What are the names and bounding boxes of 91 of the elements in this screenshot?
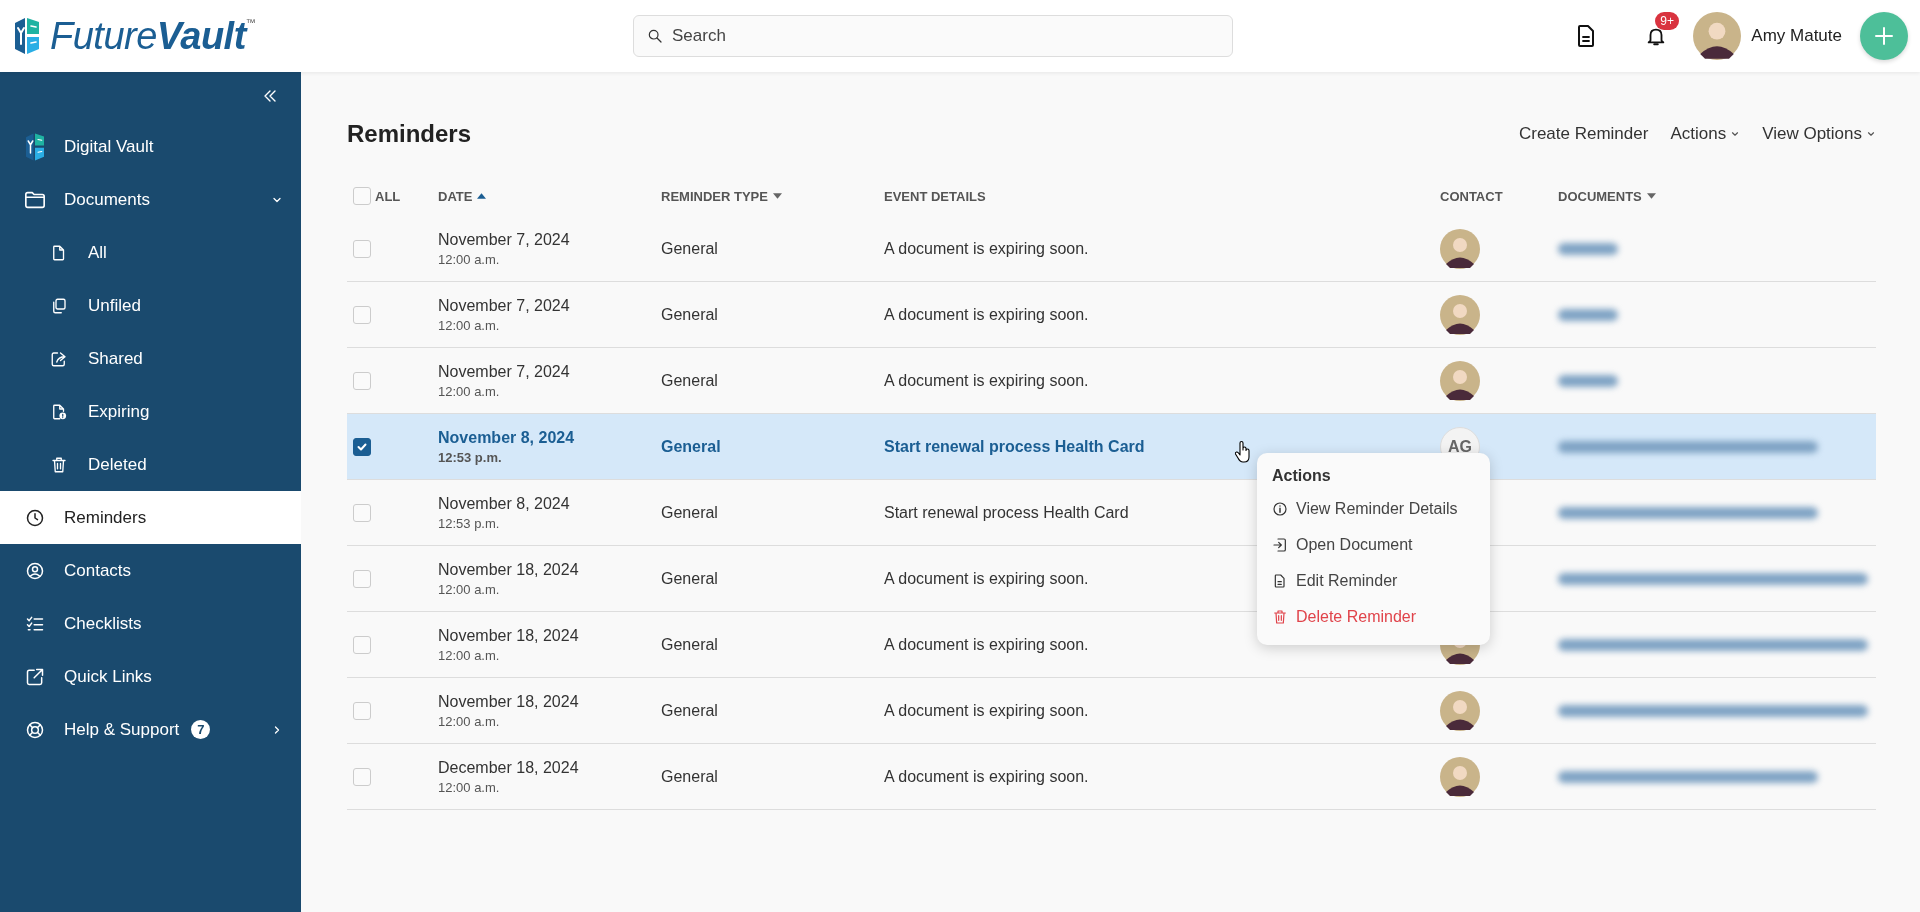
hand-cursor-icon: [1234, 440, 1252, 464]
reminder-type: General: [661, 767, 718, 786]
reminder-type: General: [661, 701, 718, 720]
menu-item[interactable]: Edit Reminder: [1257, 563, 1490, 599]
reminder-type: General: [661, 569, 718, 588]
date-text: November 7, 2024: [438, 296, 570, 315]
date-text: November 8, 2024: [438, 494, 570, 513]
sidebar-item[interactable]: Quick Links: [0, 650, 301, 703]
time-text: 12:53 p.m.: [438, 515, 500, 531]
notification-badge: 9+: [1655, 12, 1679, 30]
brand-name: FutureVault$^{™}$: [50, 14, 256, 58]
double-chevron-left-icon[interactable]: [263, 89, 277, 103]
event-details: A document is expiring soon.: [884, 701, 1089, 720]
file-icon: [1272, 573, 1288, 589]
info-icon: [1272, 501, 1288, 517]
reminder-type: General: [661, 503, 718, 522]
date-text: November 18, 2024: [438, 692, 579, 711]
date-text: November 18, 2024: [438, 626, 579, 645]
futurevault-logo-icon[interactable]: [12, 16, 42, 56]
blurred-text: [1558, 374, 1618, 387]
avatar[interactable]: [1693, 12, 1742, 60]
time-text: 12:00 a.m.: [438, 647, 500, 663]
sidebar-item[interactable]: Contacts: [0, 544, 301, 597]
menu-item[interactable]: Delete Reminder: [1257, 599, 1490, 635]
reminder-type: General: [661, 635, 718, 654]
avatar: [1440, 228, 1480, 269]
toolbar-button[interactable]: View Options: [1762, 124, 1876, 144]
event-details: A document is expiring soon.: [884, 569, 1089, 588]
event-details: A document is expiring soon.: [884, 239, 1089, 258]
reminder-type: General: [661, 305, 718, 324]
column-header: EVENT DETAILS: [884, 188, 986, 204]
menu-title: Actions: [1271, 467, 1332, 486]
sort-up-icon[interactable]: [477, 193, 487, 199]
date-text: November 7, 2024: [438, 230, 570, 249]
menu-item[interactable]: Open Document: [1257, 527, 1490, 563]
time-text: 12:00 a.m.: [438, 251, 500, 267]
sidebar-item[interactable]: Checklists: [0, 597, 301, 650]
toolbar-button[interactable]: Actions: [1670, 124, 1741, 144]
avatar: [1440, 294, 1480, 335]
reminder-type: General: [661, 239, 718, 258]
event-details: A document is expiring soon.: [884, 371, 1089, 390]
add-button[interactable]: [1860, 12, 1908, 60]
sidebar-item[interactable]: Expiring: [0, 385, 301, 438]
time-text: 12:53 p.m.: [438, 449, 502, 465]
time-text: 12:00 a.m.: [438, 581, 500, 597]
time-text: 12:00 a.m.: [438, 713, 500, 729]
avatar: [1440, 360, 1480, 401]
blurred-text: [1558, 242, 1618, 255]
avatar: [1440, 690, 1480, 731]
caret-down-icon[interactable]: [772, 193, 782, 199]
checkbox[interactable]: [353, 437, 371, 456]
checkmark-icon: [356, 440, 368, 453]
time-text: 12:00 a.m.: [438, 383, 500, 399]
page-title: Reminders: [347, 120, 472, 148]
time-text: 12:00 a.m.: [438, 317, 500, 333]
reminder-type: General: [661, 437, 721, 456]
column-header: CONTACT: [1440, 188, 1503, 204]
caret-down-icon[interactable]: [1646, 193, 1656, 199]
avatar: [1440, 756, 1480, 797]
select-all-label: ALL: [375, 188, 401, 204]
event-details: Start renewal process Health Card: [884, 437, 1145, 456]
sidebar-item[interactable]: All: [0, 226, 301, 279]
blurred-text: [1558, 308, 1618, 321]
event-details: Start renewal process Health Card: [884, 503, 1129, 522]
menu-item[interactable]: View Reminder Details: [1257, 491, 1490, 527]
sidebar-item[interactable]: Documents: [0, 173, 301, 226]
sidebar-item[interactable]: Unfiled: [0, 279, 301, 332]
sidebar-item[interactable]: Digital Vault: [0, 120, 301, 173]
date-text: December 18, 2024: [438, 758, 579, 777]
column-header[interactable]: DOCUMENTS: [1558, 188, 1642, 204]
user-name[interactable]: Amy Matute: [1751, 26, 1842, 46]
sign-in-icon: [1272, 537, 1288, 553]
event-details: A document is expiring soon.: [884, 635, 1089, 654]
search-field[interactable]: Search: [633, 15, 1233, 57]
date-text: November 7, 2024: [438, 362, 570, 381]
count-badge: 7: [191, 720, 211, 739]
sidebar-item[interactable]: Shared: [0, 332, 301, 385]
date-text: November 8, 2024: [438, 428, 575, 447]
trash-icon: [1272, 609, 1288, 625]
sidebar-item[interactable]: Reminders: [0, 491, 301, 544]
event-details: A document is expiring soon.: [884, 767, 1089, 786]
column-header[interactable]: REMINDER TYPE: [661, 188, 768, 204]
date-text: November 18, 2024: [438, 560, 579, 579]
sidebar-item[interactable]: Deleted: [0, 438, 301, 491]
plus-icon: [1874, 26, 1894, 46]
time-text: 12:00 a.m.: [438, 779, 500, 795]
event-details: A document is expiring soon.: [884, 305, 1089, 324]
reminder-type: General: [661, 371, 718, 390]
toolbar-button[interactable]: Create Reminder: [1518, 124, 1649, 144]
sidebar-item[interactable]: Help & Support 7: [0, 703, 301, 756]
column-header[interactable]: DATE: [438, 188, 473, 204]
